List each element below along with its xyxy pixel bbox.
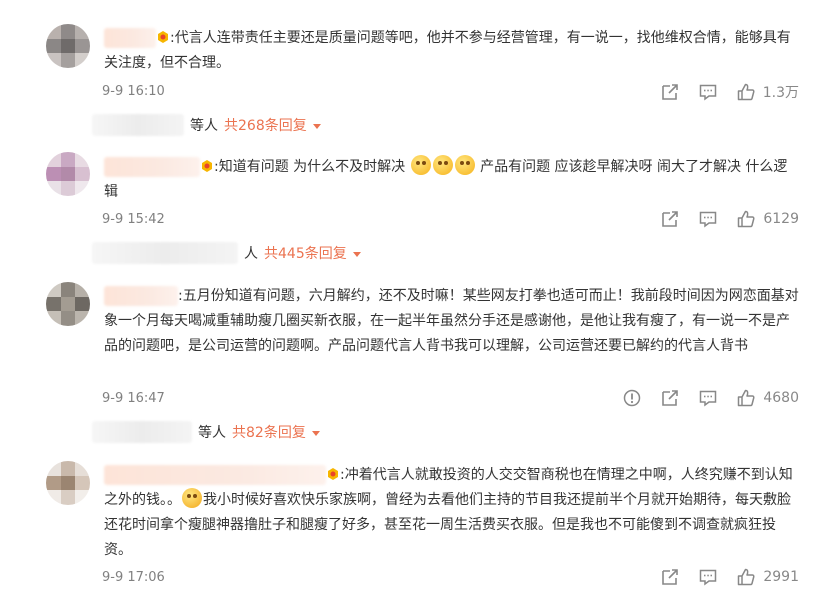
report-button[interactable] xyxy=(623,389,641,407)
like-count: 6129 xyxy=(763,211,799,227)
comment-text: :冲着代言人就敢投资的人交交智商税也在情理之中啊，人终究赚不到认知之外的钱。。我… xyxy=(104,463,800,563)
like-icon xyxy=(738,210,755,228)
replies-who: 人 xyxy=(244,246,258,262)
comment-button[interactable] xyxy=(699,568,717,586)
like-icon xyxy=(738,568,755,586)
comment-icon xyxy=(700,390,717,407)
comment-icon xyxy=(700,569,717,586)
like-count: 2991 xyxy=(763,569,799,585)
username[interactable] xyxy=(104,286,178,306)
comment-body: :代言人连带责任主要还是质量问题等吧，他并不参与经营管理，有一说一，找他维权合情… xyxy=(104,30,791,71)
comment-text: :知道有问题 为什么不及时解决 产品有问题 应该趁早解决呀 闹大了才解决 什么逻… xyxy=(104,155,800,205)
surprised-emoji-icon xyxy=(454,155,475,175)
like-button[interactable]: 6129 xyxy=(737,210,799,228)
comment-time: 9-9 16:10 xyxy=(102,84,165,99)
surprised-emoji-icon xyxy=(410,155,431,175)
fan-badge-icon xyxy=(202,160,212,172)
replier-names xyxy=(92,242,238,264)
surprised-emoji-icon xyxy=(432,155,453,175)
replies-count[interactable]: 共82条回复 xyxy=(232,422,306,442)
share-icon xyxy=(661,84,678,100)
like-count: 1.3万 xyxy=(762,85,799,101)
share-icon xyxy=(662,211,679,227)
chevron-down-icon xyxy=(352,251,361,257)
comment-time: 9-9 15:42 xyxy=(102,212,165,227)
avatar[interactable] xyxy=(46,282,90,326)
share-icon xyxy=(662,569,679,585)
replies-who: 等人 xyxy=(190,118,218,134)
share-icon xyxy=(662,390,679,406)
report-icon xyxy=(624,389,641,407)
comment-button[interactable] xyxy=(699,83,717,101)
like-button[interactable]: 1.3万 xyxy=(737,82,799,102)
replies-count[interactable]: 共445条回复 xyxy=(264,243,347,263)
comment-text: :五月份知道有问题，六月解约，还不及时嘛！某些网友打拳也适可而止！我前段时间因为… xyxy=(104,284,800,359)
action-bar: 4680 xyxy=(623,389,799,407)
replies-summary[interactable]: 等人 共268条回复 xyxy=(92,113,321,137)
like-button[interactable]: 4680 xyxy=(737,389,799,407)
comment-text: :代言人连带责任主要还是质量问题等吧，他并不参与经营管理，有一说一，找他维权合情… xyxy=(104,26,800,76)
share-button[interactable] xyxy=(661,83,679,101)
comment-icon xyxy=(699,84,716,101)
replies-summary[interactable]: 人 共445条回复 xyxy=(92,241,361,265)
action-bar: 6129 xyxy=(661,210,799,228)
like-icon xyxy=(738,389,755,407)
replies-count[interactable]: 共268条回复 xyxy=(224,115,307,135)
username[interactable] xyxy=(104,465,326,485)
share-button[interactable] xyxy=(661,568,679,586)
comment-button[interactable] xyxy=(699,210,717,228)
comment-body: :知道有问题 为什么不及时解决 xyxy=(214,159,406,175)
action-bar: 2991 xyxy=(661,568,799,586)
replier-names xyxy=(92,114,184,136)
comment-body: :五月份知道有问题，六月解约，还不及时嘛！某些网友打拳也适可而止！我前段时间因为… xyxy=(104,288,799,354)
comment-body-continued: 我小时候好喜欢快乐家族啊，曾经为去看他们主持的节目我还提前半个月就开始期待，每天… xyxy=(104,492,791,558)
replies-who: 等人 xyxy=(198,425,226,441)
chevron-down-icon xyxy=(311,430,320,436)
username[interactable] xyxy=(104,28,156,48)
action-bar: 1.3万 xyxy=(661,82,799,102)
comment-button[interactable] xyxy=(699,389,717,407)
avatar[interactable] xyxy=(46,152,90,196)
share-button[interactable] xyxy=(661,389,679,407)
comment-time: 9-9 16:47 xyxy=(102,391,165,406)
username[interactable] xyxy=(104,157,200,177)
like-icon xyxy=(737,83,755,101)
comment-icon xyxy=(700,211,717,228)
fan-badge-icon xyxy=(328,468,338,480)
replier-names xyxy=(92,421,192,443)
replies-summary[interactable]: 等人 共82条回复 xyxy=(92,420,320,444)
chevron-down-icon xyxy=(312,123,321,129)
avatar[interactable] xyxy=(46,24,90,68)
like-button[interactable]: 2991 xyxy=(737,568,799,586)
fan-badge-icon xyxy=(158,31,168,43)
share-button[interactable] xyxy=(661,210,679,228)
like-count: 4680 xyxy=(763,390,799,406)
crying-emoji-icon xyxy=(182,488,202,508)
avatar[interactable] xyxy=(46,461,90,505)
comment-time: 9-9 17:06 xyxy=(102,570,165,585)
